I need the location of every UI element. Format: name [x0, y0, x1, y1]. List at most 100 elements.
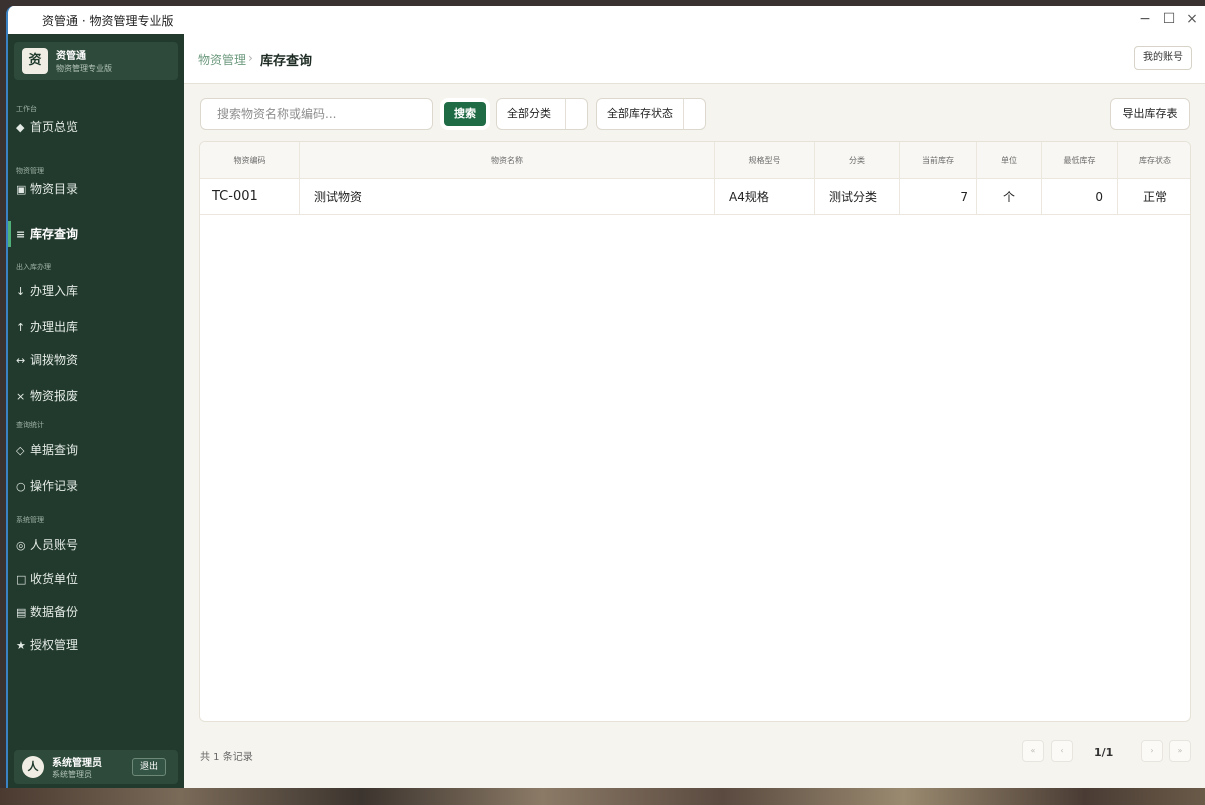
column-header[interactable]: 规格型号	[715, 142, 815, 179]
column-header[interactable]: 分类	[815, 142, 900, 179]
record-count: 共 1 条记录	[200, 752, 253, 763]
cell-status: 正常	[1142, 190, 1167, 204]
sidebar-item-license[interactable]: ★ 授权管理	[8, 632, 184, 658]
my-account-button[interactable]: 我的账号	[1134, 46, 1192, 70]
cell-category: 测试分类	[815, 179, 900, 215]
nav-group-inout: 出入库办理	[16, 263, 51, 271]
sidebar-item-label: 授权管理	[30, 638, 79, 652]
search-input[interactable]	[200, 98, 433, 130]
maximize-icon[interactable]: ☐	[1158, 9, 1180, 29]
chevron-down-icon	[565, 99, 587, 129]
sidebar: 资 资管通 物资管理专业版 工作台 ◆ 首页总览 物资管理 ▣ 物资目录 ≡ 库存查询…	[8, 34, 184, 788]
cell-min-stock: 0	[1042, 179, 1118, 215]
nav-group-system: 系统管理	[16, 516, 44, 524]
sidebar-item-label: 操作记录	[30, 479, 79, 493]
sidebar-item-dashboard[interactable]: ◆ 首页总览	[8, 114, 184, 140]
brand-name: 资管通	[56, 51, 86, 62]
prev-page-button[interactable]: ‹	[1051, 740, 1073, 762]
category-filter-select[interactable]: 全部分类	[496, 98, 588, 130]
circle-icon: ○	[16, 480, 26, 493]
sidebar-item-label: 物资报废	[30, 389, 79, 403]
sidebar-item-label: 库存查询	[30, 227, 79, 241]
nav-group-stats: 查询统计	[16, 421, 44, 429]
app-window: 资管通 · 物资管理专业版 − ☐ × 资 资管通 物资管理专业版 工作台 ◆ 首…	[6, 6, 1205, 788]
star-icon: ★	[16, 639, 26, 652]
page-header: 物资管理 › 库存查询 我的账号	[184, 34, 1205, 84]
user-panel: 人 系统管理员 系统管理员 退出	[14, 750, 178, 784]
sidebar-item-logs[interactable]: ○ 操作记录	[8, 473, 184, 499]
sidebar-item-label: 单据查询	[30, 443, 79, 457]
cell-name: 测试物资	[300, 179, 715, 215]
nav-group-workbench: 工作台	[16, 105, 37, 113]
brand-subtitle: 物资管理专业版	[56, 64, 112, 73]
sidebar-item-backup[interactable]: ▤ 数据备份	[8, 599, 184, 625]
minimize-icon[interactable]: −	[1134, 9, 1156, 29]
brand-logo: 资	[22, 48, 48, 74]
user-name: 系统管理员	[52, 758, 102, 769]
sidebar-item-documents[interactable]: ◇ 单据查询	[8, 437, 184, 463]
nav-group-materials: 物资管理	[16, 167, 44, 175]
window-title: 资管通 · 物资管理专业版	[42, 14, 174, 28]
sidebar-item-label: 物资目录	[30, 182, 79, 196]
cell-stock: 7	[900, 179, 977, 215]
cell-unit: 个	[977, 179, 1042, 215]
page-title: 库存查询	[260, 54, 313, 69]
column-header[interactable]: 物资编码	[200, 142, 300, 179]
diamond-outline-icon: ◇	[16, 444, 25, 457]
page-indicator: 1/1	[1094, 746, 1114, 759]
sidebar-item-label: 数据备份	[30, 605, 79, 619]
first-page-button[interactable]: «	[1022, 740, 1044, 762]
category-filter-value: 全部分类	[507, 107, 551, 120]
transfer-icon: ↔	[16, 354, 26, 367]
title-bar: 资管通 · 物资管理专业版 − ☐ ×	[8, 6, 1205, 34]
sidebar-item-scrap[interactable]: × 物资报废	[8, 383, 184, 409]
sidebar-item-label: 收货单位	[30, 572, 79, 586]
chevron-down-icon	[683, 99, 705, 129]
table-row[interactable]: TC-001 测试物资 A4规格 测试分类 7 个 0 正常	[200, 179, 1190, 215]
next-page-button[interactable]: ›	[1141, 740, 1163, 762]
sidebar-item-label: 调拨物资	[30, 353, 79, 367]
arrow-up-icon: ↑	[16, 321, 26, 334]
sidebar-item-label: 人员账号	[30, 538, 79, 552]
search-button[interactable]: 搜索	[440, 98, 490, 130]
x-icon: ×	[16, 390, 26, 403]
inventory-table: 物资编码 物资名称 规格型号 分类 当前库存 单位 最低库存 库存状态 TC-0…	[199, 141, 1191, 722]
database-icon: ▤	[16, 606, 27, 619]
column-header[interactable]: 物资名称	[300, 142, 715, 179]
sidebar-item-accounts[interactable]: ◎ 人员账号	[8, 532, 184, 558]
arrow-down-icon: ↓	[16, 285, 26, 298]
column-header[interactable]: 最低库存	[1042, 142, 1118, 179]
column-header[interactable]: 库存状态	[1118, 142, 1190, 179]
sidebar-item-label: 办理出库	[30, 320, 79, 334]
sidebar-item-outbound[interactable]: ↑ 办理出库	[8, 314, 184, 340]
sidebar-item-receivers[interactable]: □ 收货单位	[8, 566, 184, 592]
cell-code: TC-001	[200, 179, 300, 215]
sidebar-item-label: 办理入库	[30, 284, 79, 298]
column-header[interactable]: 当前库存	[900, 142, 977, 179]
status-filter-value: 全部库存状态	[607, 107, 673, 120]
export-button[interactable]: 导出库存表	[1110, 98, 1190, 130]
user-role: 系统管理员	[52, 770, 92, 779]
brand: 资 资管通 物资管理专业版	[14, 42, 178, 80]
status-filter-select[interactable]: 全部库存状态	[596, 98, 706, 130]
sidebar-item-catalog[interactable]: ▣ 物资目录	[8, 176, 184, 202]
sidebar-item-inventory[interactable]: ≡ 库存查询	[8, 221, 184, 247]
desktop-wallpaper	[0, 788, 1205, 805]
breadcrumb-separator: ›	[248, 51, 253, 65]
sidebar-item-inbound[interactable]: ↓ 办理入库	[8, 278, 184, 304]
sidebar-item-label: 首页总览	[30, 120, 79, 134]
logout-button[interactable]: 退出	[132, 758, 166, 776]
breadcrumb-parent[interactable]: 物资管理	[198, 51, 246, 68]
user-circle-icon: ◎	[16, 539, 26, 552]
last-page-button[interactable]: »	[1169, 740, 1191, 762]
avatar[interactable]: 人	[22, 756, 44, 778]
cell-spec: A4规格	[715, 179, 815, 215]
sidebar-item-transfer[interactable]: ↔ 调拨物资	[8, 347, 184, 373]
table-header: 物资编码 物资名称 规格型号 分类 当前库存 单位 最低库存 库存状态	[200, 142, 1190, 179]
catalog-icon: ▣	[16, 183, 27, 196]
close-icon[interactable]: ×	[1181, 9, 1203, 29]
list-icon: ≡	[16, 228, 26, 241]
column-header[interactable]: 单位	[977, 142, 1042, 179]
diamond-icon: ◆	[16, 121, 25, 134]
square-icon: □	[16, 573, 27, 586]
